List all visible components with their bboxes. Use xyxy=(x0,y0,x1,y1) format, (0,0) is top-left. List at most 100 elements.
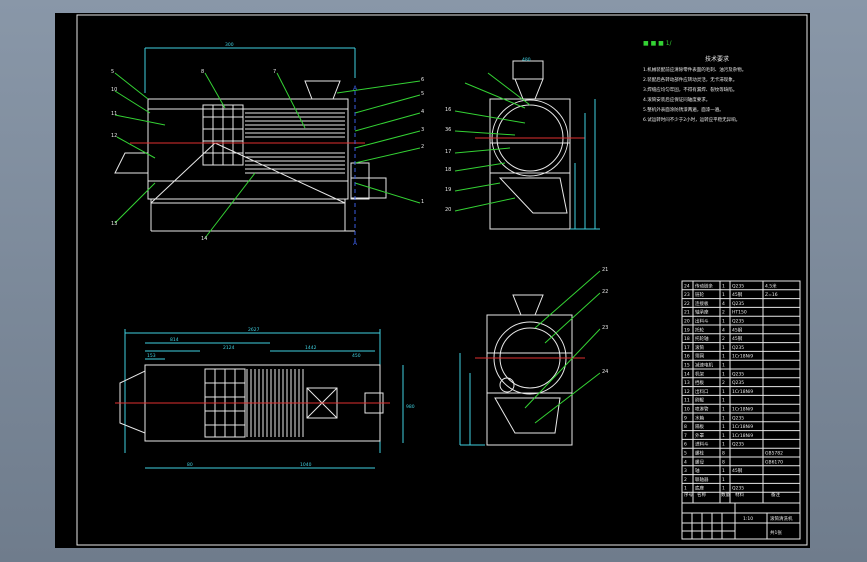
bom-cell-note: GB6170 xyxy=(765,459,783,465)
callout-12: 12 xyxy=(111,133,117,139)
bom-cell-qty: 1 xyxy=(722,319,725,325)
note-line-2: 2.装配后各转动部件应转动灵活，无卡滞现象。 xyxy=(643,76,737,83)
bom-cell-qty: 8 xyxy=(722,459,725,465)
bom-cell-qty: 1 xyxy=(722,442,725,448)
dim-hopper: 480 xyxy=(522,57,531,63)
bom-cell-qty: 1 xyxy=(722,389,725,395)
bom-header-no: 序号 xyxy=(684,491,693,498)
callout-24: 24 xyxy=(602,369,608,375)
bom-cell-qty: 8 xyxy=(722,451,725,457)
bom-cell-no: 15 xyxy=(684,363,690,369)
bom-cell-name: 隔板 xyxy=(695,423,704,430)
bom-cell-qty: 1 xyxy=(722,433,725,439)
bom-cell-no: 17 xyxy=(684,345,690,351)
bom-cell-material: HT150 xyxy=(732,310,747,316)
bom-cell-qty: 2 xyxy=(722,336,725,342)
bom-cell-material: Q235 xyxy=(732,380,744,386)
callout-1: 1 xyxy=(421,199,424,205)
dim-top-left: 300 xyxy=(225,42,234,48)
bom-cell-qty: 4 xyxy=(722,327,725,333)
bom-cell-qty: 1 xyxy=(722,354,725,360)
bom-cell-no: 1 xyxy=(684,486,687,492)
bom-cell-no: 23 xyxy=(684,292,690,298)
bom-header-qty: 数量 xyxy=(721,491,730,498)
bom-cell-qty: 1 xyxy=(722,468,725,474)
bom-cell-name: 出料斗 xyxy=(695,318,709,325)
callout-2: 2 xyxy=(421,144,424,150)
bom-cell-name: 外罩 xyxy=(695,432,704,439)
bom-cell-note: Z=16 xyxy=(765,292,778,298)
bom-cell-material: Q235 xyxy=(732,283,744,289)
bom-cell-name: 链轮 xyxy=(695,291,704,298)
bom-cell-qty: 1 xyxy=(722,363,725,369)
bom-cell-qty: 1 xyxy=(722,415,725,421)
section-mark-a-bottom: A xyxy=(353,240,358,247)
bom-cell-name: 刷辊 xyxy=(695,397,704,404)
bom-cell-no: 13 xyxy=(684,380,690,386)
bom-cell-material: Q235 xyxy=(732,486,744,492)
bom-cell-no: 3 xyxy=(684,468,687,474)
bom-cell-material: 45钢 xyxy=(732,291,743,298)
cad-viewport[interactable]: 300 5 10 11 12 8 7 6 5 4 3 2 1 13 14 A A… xyxy=(0,0,867,562)
bom-cell-material: 45钢 xyxy=(732,326,743,333)
drawing-scale: 1:10 xyxy=(743,516,753,522)
drawing-name: 滚筒清洗机 xyxy=(770,515,793,522)
bom-cell-qty: 1 xyxy=(722,407,725,413)
bom-cell-material: 1Cr18Ni9 xyxy=(732,389,753,395)
dim-plan-c: 1442 xyxy=(305,345,317,351)
dim-plan-d: 450 xyxy=(352,353,361,359)
callout-4: 4 xyxy=(421,109,424,115)
bom-cell-note: GB5782 xyxy=(765,451,783,457)
bom-cell-name: 水箱 xyxy=(695,414,704,421)
bom-cell-material: 1Cr18Ni9 xyxy=(732,433,753,439)
callout-22: 22 xyxy=(602,289,608,295)
bom-cell-name: 进料斗 xyxy=(695,441,709,448)
section-mark-a-top: A xyxy=(353,85,358,92)
dim-plan-bottom-left: 80 xyxy=(187,462,193,468)
bom-cell-name: 托轮 xyxy=(695,326,704,333)
title-block: 滚筒清洗机 1:10 共1张 xyxy=(682,502,800,539)
bom-cell-note: 4.5米 xyxy=(765,282,777,289)
bom-cell-name: 螺栓 xyxy=(695,450,704,457)
bom-cell-material: Q235 xyxy=(732,415,744,421)
bom-cell-no: 18 xyxy=(684,336,690,342)
bom-cell-qty: 2 xyxy=(722,310,725,316)
callout-5a: 5 xyxy=(111,69,114,75)
bom-cell-no: 6 xyxy=(684,442,687,448)
bom-cell-material: 1Cr18Ni9 xyxy=(732,424,753,430)
bom-cell-no: 14 xyxy=(684,371,690,377)
bom-cell-no: 20 xyxy=(684,319,690,325)
note-line-3: 3.焊缝应均匀牢固，不得有漏焊、裂纹等缺陷。 xyxy=(643,86,737,93)
notes-heading: 技术要求 xyxy=(705,55,729,63)
bom-cell-name: 喷淋管 xyxy=(695,406,709,413)
bom-cell-qty: 1 xyxy=(722,398,725,404)
bom-cell-name: 筛网 xyxy=(695,353,704,360)
bom-header-name: 名称 xyxy=(697,491,706,498)
callout-19: 19 xyxy=(445,187,451,193)
plan-view: 2627 814 2124 1442 450 153 80 1040 980 xyxy=(115,327,415,469)
bom-cell-qty: 1 xyxy=(722,283,725,289)
bom-cell-no: 8 xyxy=(684,424,687,430)
bom-cell-no: 9 xyxy=(684,415,687,421)
callout-23: 23 xyxy=(602,325,608,331)
bom-cell-no: 19 xyxy=(684,327,690,333)
dim-plan-bottom-right: 1040 xyxy=(300,462,312,468)
callout-6: 6 xyxy=(421,77,424,83)
bom-cell-qty: 1 xyxy=(722,486,725,492)
drawing-sheet: 300 5 10 11 12 8 7 6 5 4 3 2 1 13 14 A A… xyxy=(55,13,810,548)
bom-cell-no: 11 xyxy=(684,398,690,404)
bom-rows: 24 传动链条 1 Q235 4.5米23 链轮 1 45钢 Z=1622 连接板 4 Q23521 轴… xyxy=(682,282,800,493)
callout-17: 17 xyxy=(445,149,451,155)
callout-11: 11 xyxy=(111,111,117,117)
bom-cell-name: 托轮轴 xyxy=(695,335,709,342)
bom-cell-material: 45钢 xyxy=(732,467,743,474)
bom-cell-qty: 1 xyxy=(722,345,725,351)
note-line-5: 5.整机外表面涂防锈漆两遍，面漆一遍。 xyxy=(643,106,724,113)
dim-plan-total: 2627 xyxy=(248,327,260,333)
bom-cell-qty: 1 xyxy=(722,424,725,430)
bom-cell-name: 轴承座 xyxy=(695,309,709,316)
bom-cell-qty: 2 xyxy=(722,380,725,386)
bom-cell-name: 机架 xyxy=(695,370,704,377)
bom-cell-no: 4 xyxy=(684,459,687,465)
dim-plan-a: 814 xyxy=(170,337,179,343)
